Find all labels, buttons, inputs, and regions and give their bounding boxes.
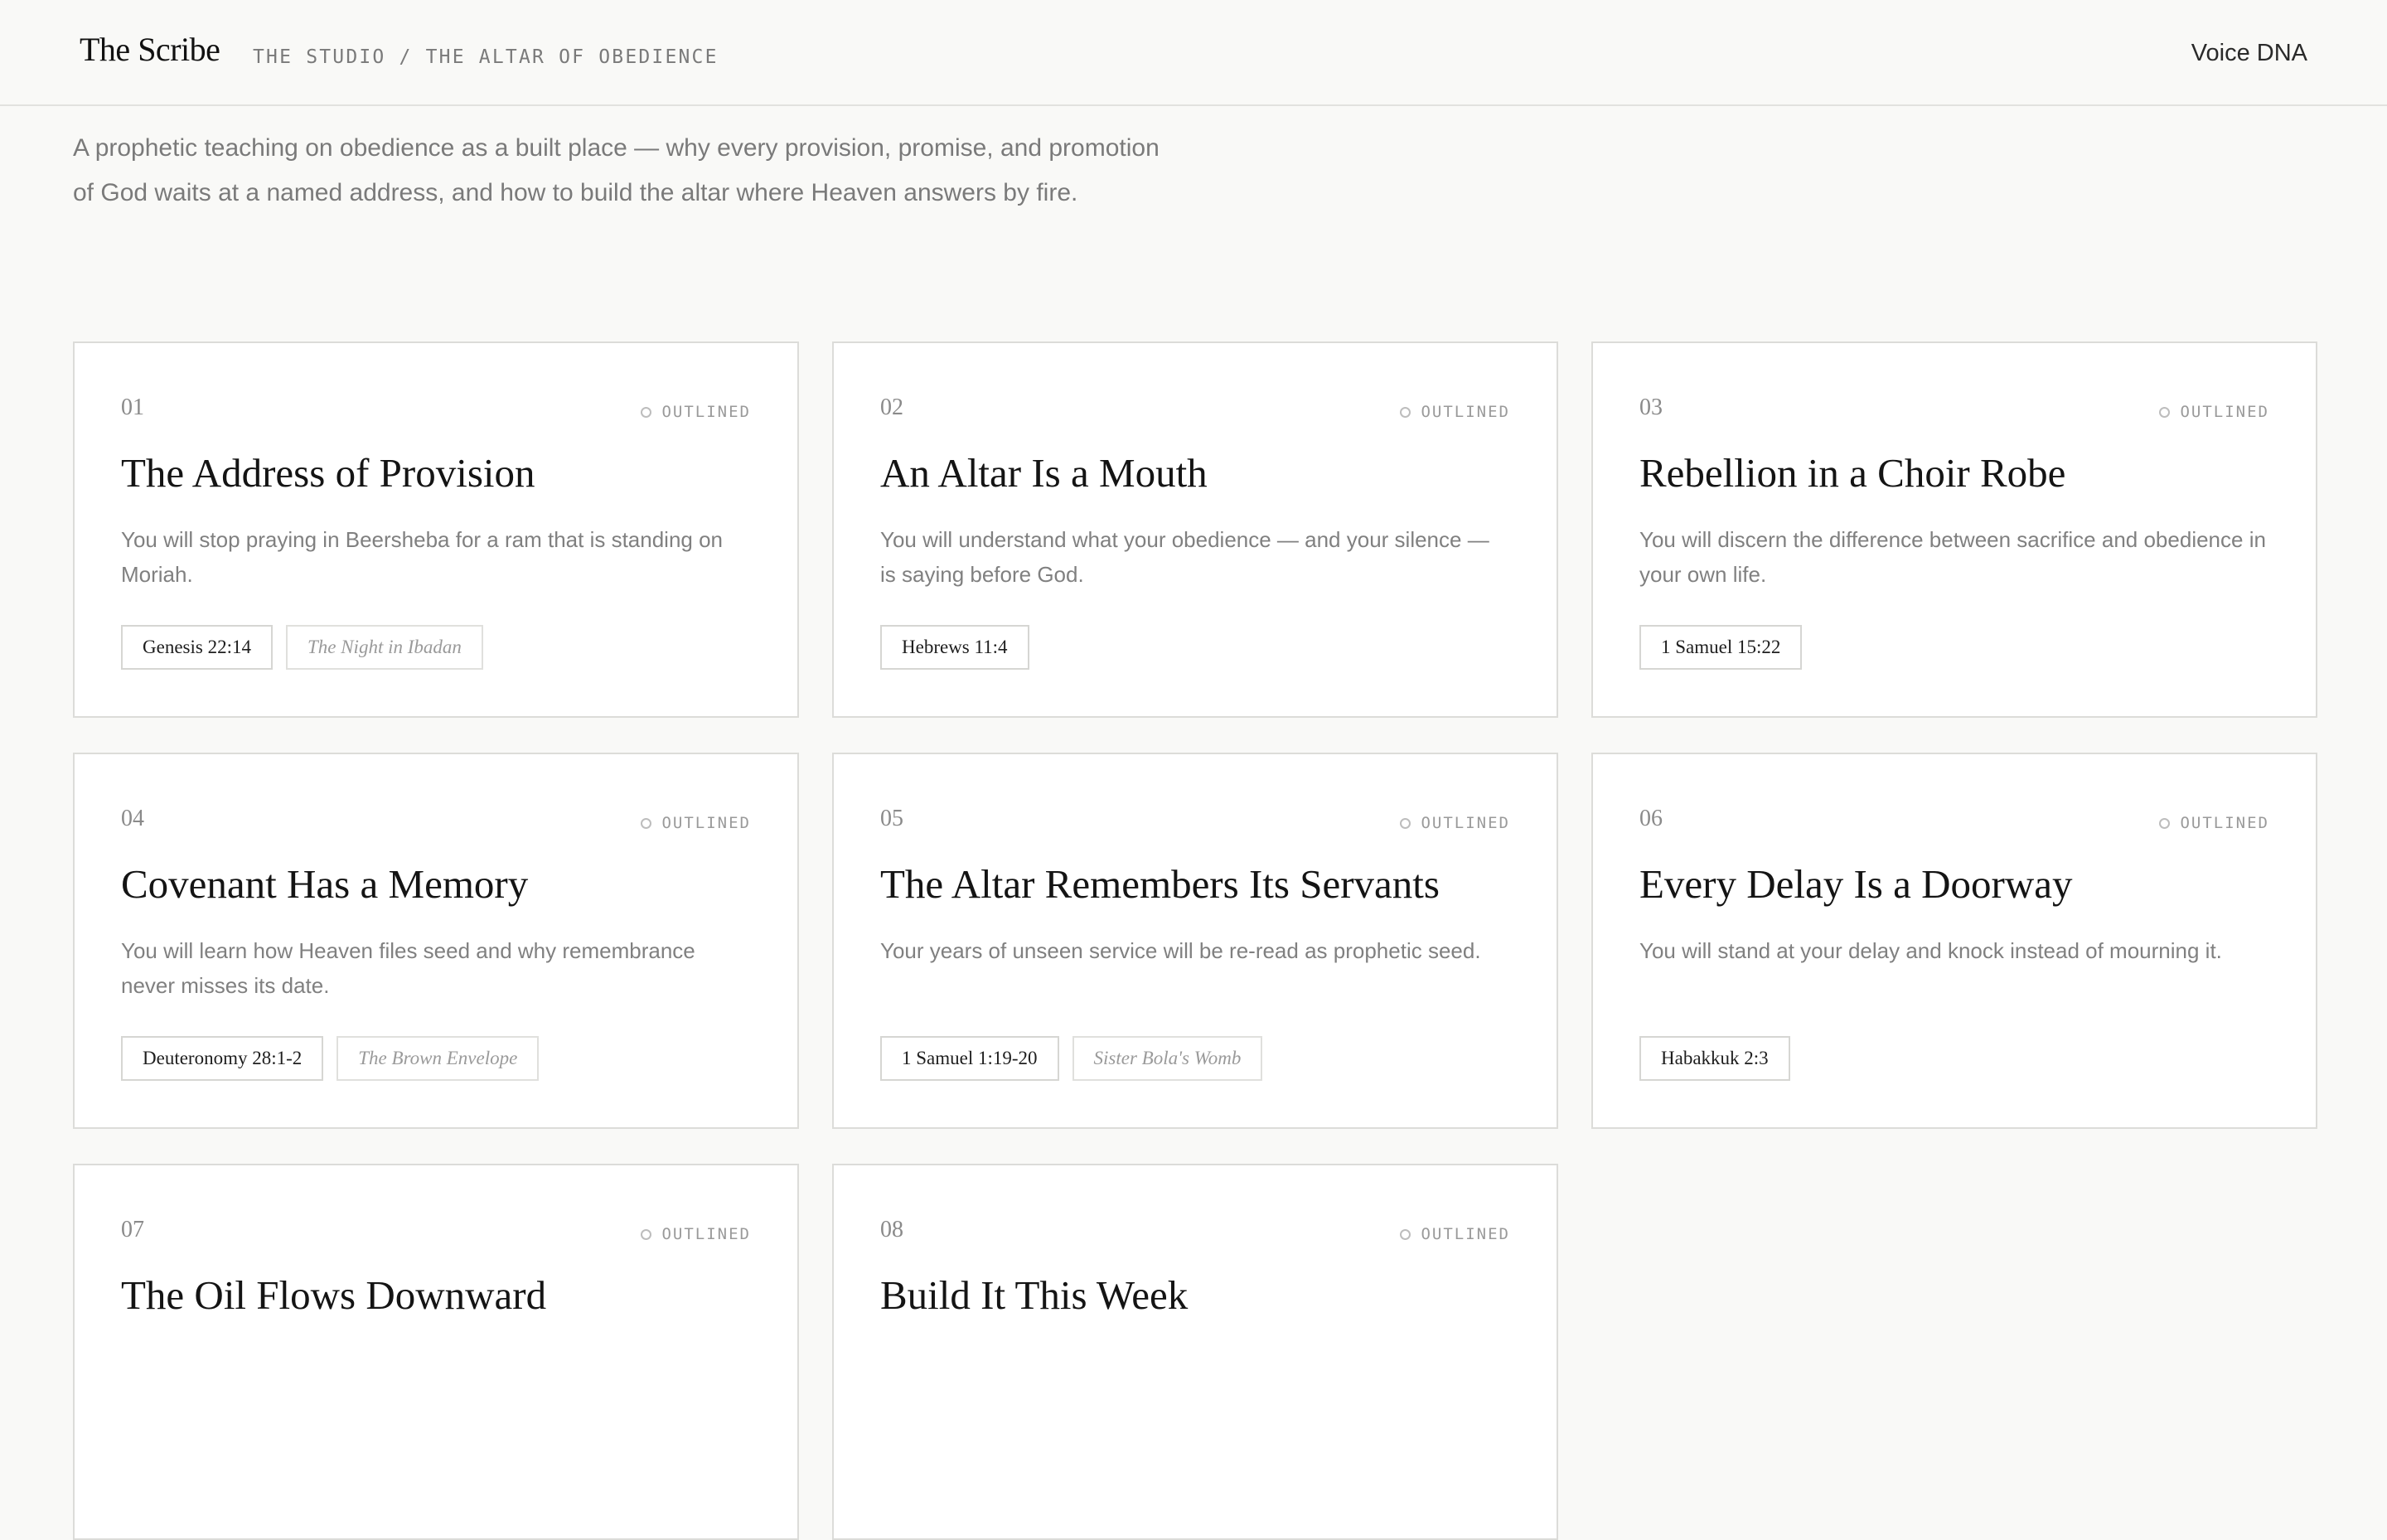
card-description: You will learn how Heaven files seed and… — [121, 938, 695, 998]
card-tags: Genesis 22:14 The Night in Ibadan — [121, 625, 483, 670]
status-label: OUTLINED — [661, 1225, 751, 1243]
card-number: 07 — [121, 1217, 144, 1242]
status-badge: OUTLINED — [641, 403, 751, 421]
sermon-grid: 01 OUTLINED The Address of Provision You… — [73, 341, 2317, 1540]
scripture-tag[interactable]: Habakkuk 2:3 — [1639, 1036, 1790, 1081]
card-number: 05 — [880, 806, 903, 831]
card-number: 08 — [880, 1217, 903, 1242]
card-title: Every Delay Is a Doorway — [1639, 861, 2073, 907]
card-description: You will stop praying in Beersheba for a… — [121, 527, 724, 587]
card-number: 03 — [1639, 395, 1663, 420]
scripture-tag[interactable]: Deuteronomy 28:1-2 — [121, 1036, 324, 1081]
status-dot-icon — [2159, 817, 2171, 829]
sermon-card[interactable]: 01 OUTLINED The Address of Provision You… — [73, 341, 799, 718]
sermon-card[interactable]: 03 OUTLINED Rebellion in a Choir Robe Yo… — [1591, 341, 2317, 718]
status-dot-icon — [641, 1228, 652, 1240]
card-tags: Hebrews 11:4 — [880, 625, 1029, 670]
card-tags: Deuteronomy 28:1-2 The Brown Envelope — [121, 1036, 540, 1081]
sermon-card[interactable]: 08 OUTLINED Build It This Week — [832, 1164, 1558, 1540]
status-dot-icon — [1400, 406, 1411, 418]
series-description: A prophetic teaching on obedience as a b… — [73, 134, 1160, 206]
brand-logo[interactable]: The Scribe — [80, 30, 220, 69]
scripture-tag[interactable]: 1 Samuel 1:19-20 — [880, 1036, 1059, 1081]
card-title: An Altar Is a Mouth — [880, 450, 1208, 496]
card-description: You will stand at your delay and knock i… — [1639, 938, 2222, 963]
sermon-card[interactable]: 07 OUTLINED The Oil Flows Downward — [73, 1164, 799, 1540]
card-tags: 1 Samuel 15:22 — [1639, 625, 1803, 670]
card-title: The Oil Flows Downward — [121, 1272, 547, 1318]
status-badge: OUTLINED — [2159, 403, 2269, 421]
sermon-card[interactable]: 06 OUTLINED Every Delay Is a Doorway You… — [1591, 753, 2317, 1129]
card-tags: Habakkuk 2:3 — [1639, 1036, 1790, 1081]
status-badge: OUTLINED — [641, 1225, 751, 1243]
voice-dna-link[interactable]: Voice DNA — [2191, 40, 2307, 67]
status-label: OUTLINED — [661, 814, 751, 832]
story-tag[interactable]: The Night in Ibadan — [285, 625, 483, 670]
card-title: The Altar Remembers Its Servants — [880, 861, 1440, 907]
card-tags: 1 Samuel 1:19-20 Sister Bola's Womb — [880, 1036, 1263, 1081]
sermon-card[interactable]: 04 OUTLINED Covenant Has a Memory You wi… — [73, 753, 799, 1129]
card-description: You will understand what your obedience … — [880, 527, 1489, 587]
status-dot-icon — [2159, 406, 2171, 418]
status-dot-icon — [1400, 1228, 1411, 1240]
scripture-tag[interactable]: Hebrews 11:4 — [880, 625, 1029, 670]
card-number: 04 — [121, 806, 144, 831]
card-title: Build It This Week — [880, 1272, 1189, 1318]
card-number: 06 — [1639, 806, 1663, 831]
status-dot-icon — [641, 406, 652, 418]
top-bar: The Scribe THE STUDIO / THE ALTAR OF OBE… — [0, 0, 2387, 106]
status-dot-icon — [1400, 817, 1411, 829]
status-badge: OUTLINED — [1400, 403, 1510, 421]
status-label: OUTLINED — [1421, 1225, 1510, 1243]
status-badge: OUTLINED — [2159, 814, 2269, 832]
status-label: OUTLINED — [2180, 403, 2269, 421]
scripture-tag[interactable]: 1 Samuel 15:22 — [1639, 625, 1803, 670]
card-number: 01 — [121, 395, 144, 420]
card-title: Covenant Has a Memory — [121, 861, 529, 907]
story-tag[interactable]: Sister Bola's Womb — [1072, 1036, 1263, 1081]
status-label: OUTLINED — [661, 403, 751, 421]
scripture-tag[interactable]: Genesis 22:14 — [121, 625, 273, 670]
status-label: OUTLINED — [1421, 403, 1510, 421]
breadcrumb: THE STUDIO / THE ALTAR OF OBEDIENCE — [253, 46, 719, 68]
card-description: Your years of unseen service will be re-… — [880, 938, 1481, 963]
status-dot-icon — [641, 817, 652, 829]
status-badge: OUTLINED — [1400, 814, 1510, 832]
status-badge: OUTLINED — [641, 814, 751, 832]
card-title: Rebellion in a Choir Robe — [1639, 450, 2066, 496]
card-number: 02 — [880, 395, 903, 420]
card-title: The Address of Provision — [121, 450, 535, 496]
status-label: OUTLINED — [2180, 814, 2269, 832]
card-description: You will discern the difference between … — [1639, 527, 2266, 587]
story-tag[interactable]: The Brown Envelope — [337, 1036, 540, 1081]
sermon-card[interactable]: 02 OUTLINED An Altar Is a Mouth You will… — [832, 341, 1558, 718]
status-label: OUTLINED — [1421, 814, 1510, 832]
sermon-card[interactable]: 05 OUTLINED The Altar Remembers Its Serv… — [832, 753, 1558, 1129]
status-badge: OUTLINED — [1400, 1225, 1510, 1243]
